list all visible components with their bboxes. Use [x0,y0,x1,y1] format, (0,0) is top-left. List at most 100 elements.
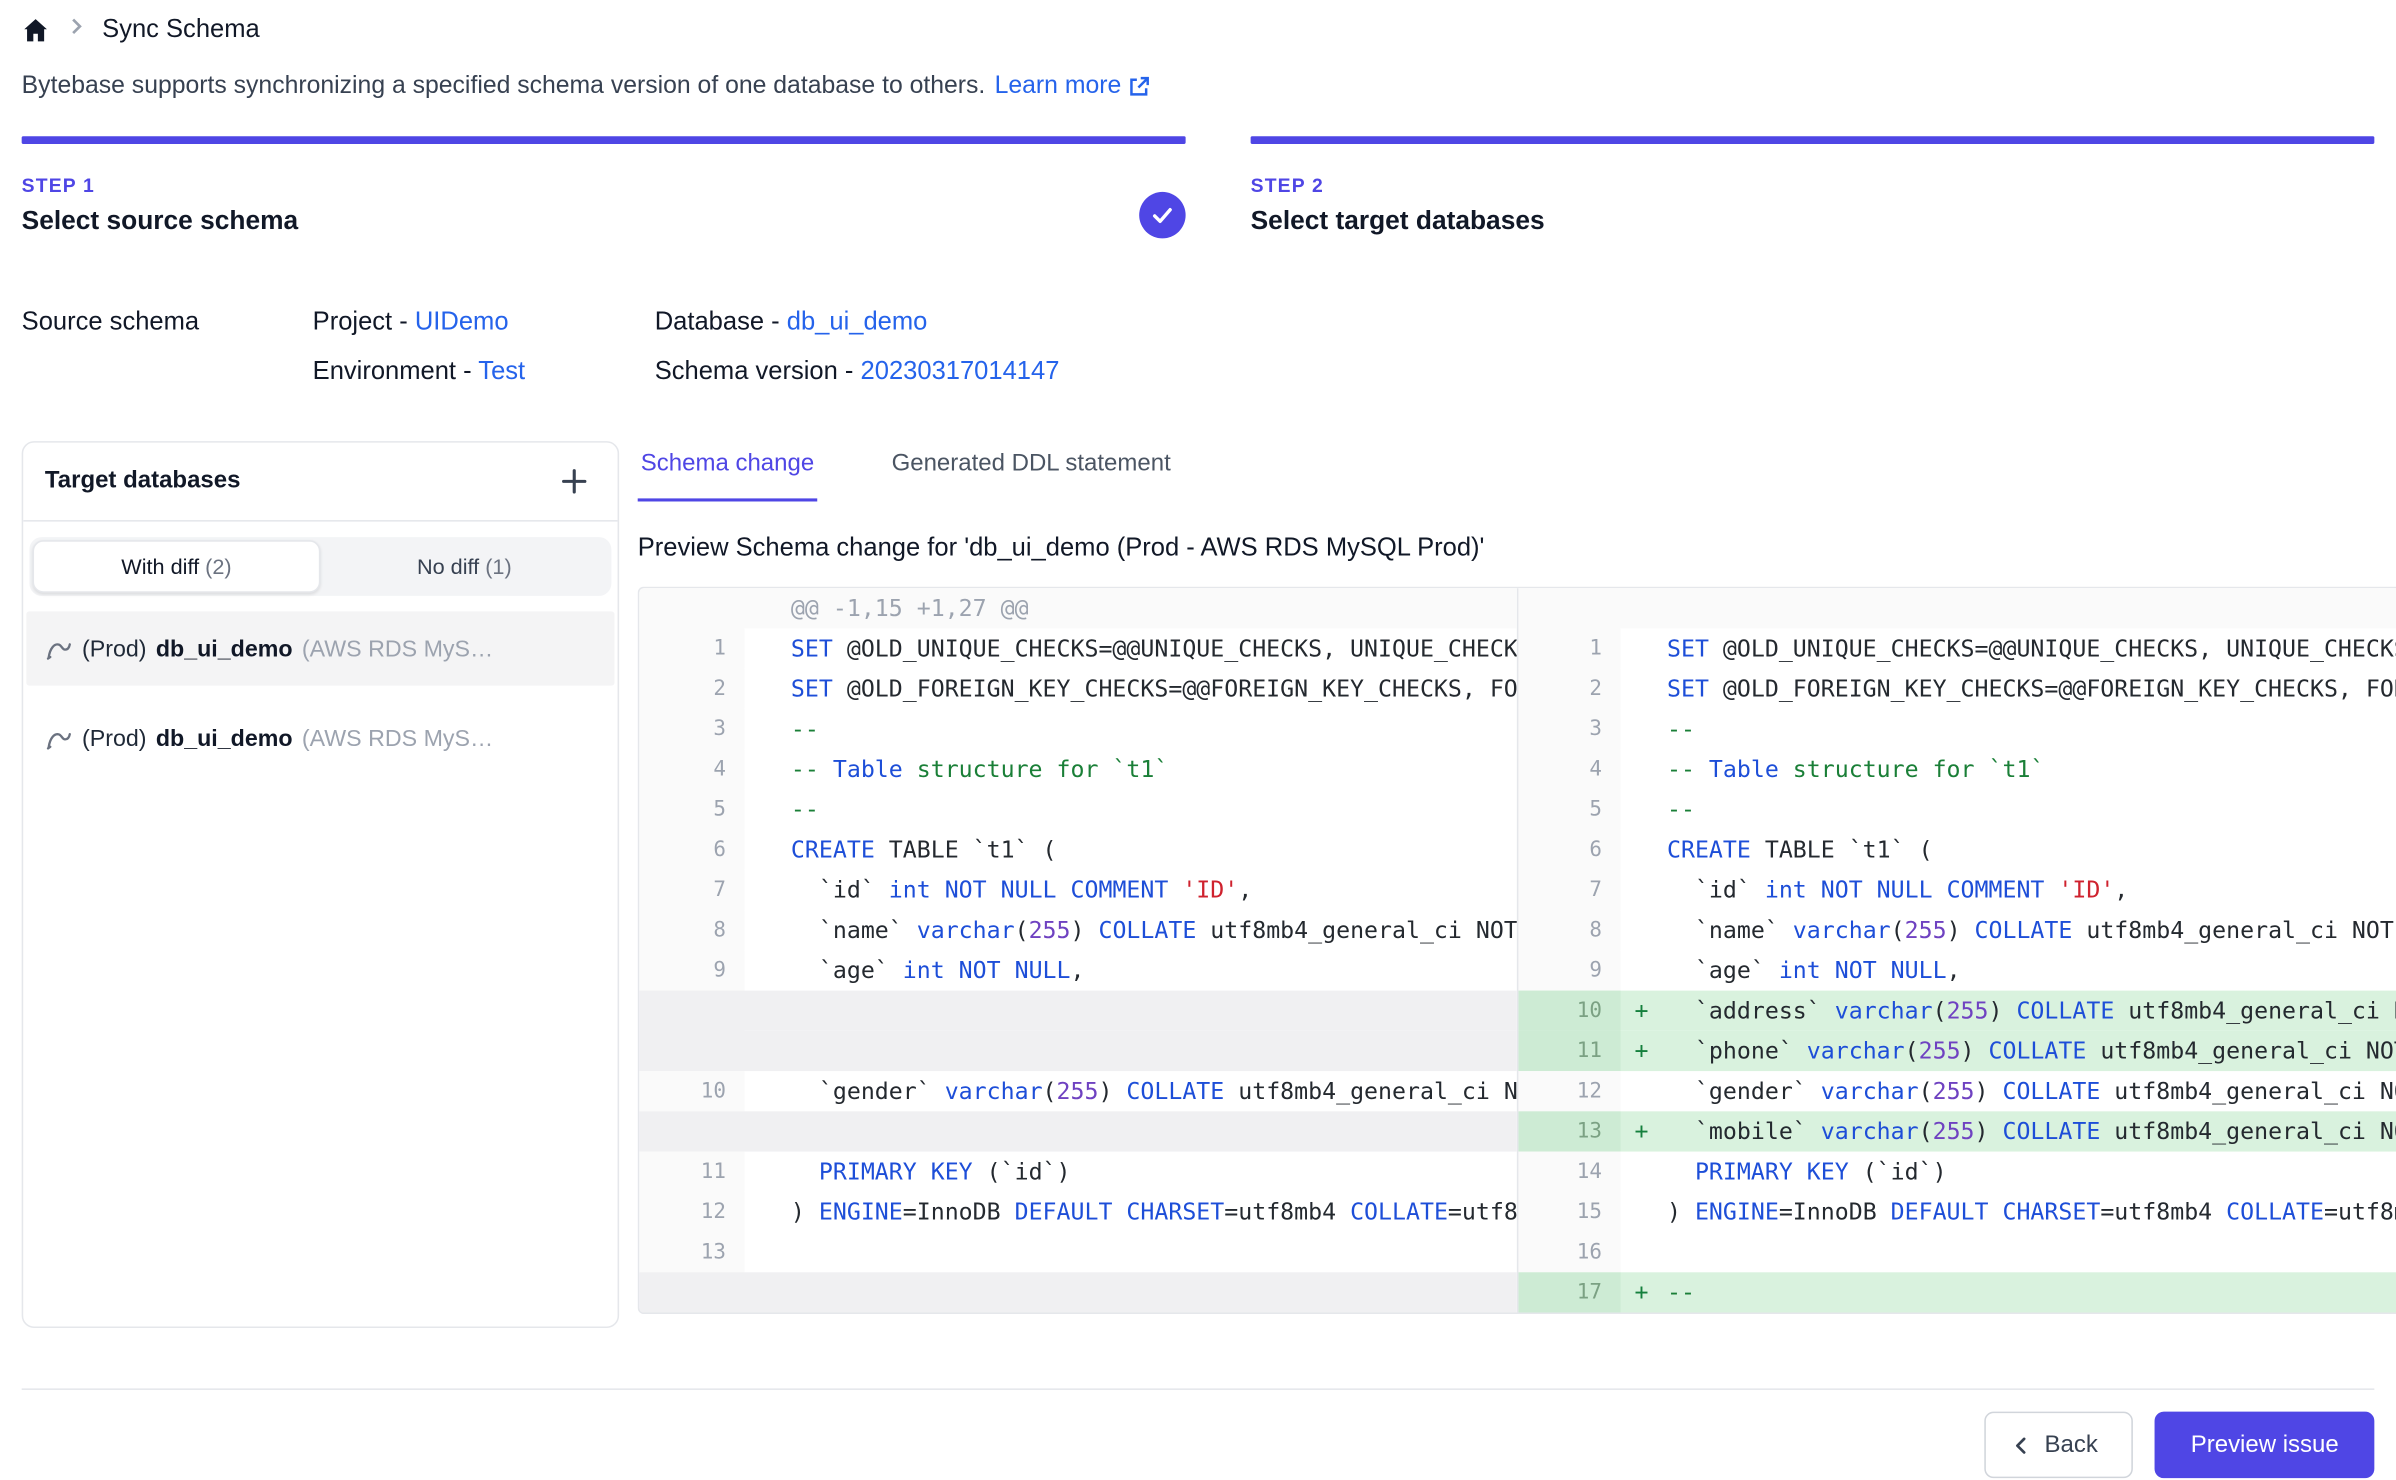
diff-line: 12 `gender` varchar(255) COLLATE utf8mb4… [1518,1071,2396,1111]
diff-line: 1SET @OLD_UNIQUE_CHECKS=@@UNIQUE_CHECKS,… [639,628,1517,668]
diff-line: 17+-- [1518,1272,2396,1312]
diff-line: 16 [1518,1232,2396,1272]
diff-filter-tabs: With diff (2) No diff (1) [29,537,611,596]
step-1-progress-bar [22,136,1186,144]
schema-diff-viewer: @@ -1,15 +1,27 @@1SET @OLD_UNIQUE_CHECKS… [638,587,2396,1314]
database-label: Database - [655,307,780,335]
project-link[interactable]: UIDemo [415,307,509,335]
target-instance: (AWS RDS MyS… [302,725,493,751]
step-1-completed-check-icon [1139,192,1185,238]
intro-text: Bytebase supports synchronizing a specif… [22,73,986,101]
preview-tabs: Schema change Generated DDL statement [638,441,2396,501]
diff-line: 7 `id` int NOT NULL COMMENT 'ID', [1518,870,2396,910]
diff-line: 3-- [1518,709,2396,749]
diff-line: 9 `age` int NOT NULL, [1518,950,2396,990]
diff-line: 2SET @OLD_FOREIGN_KEY_CHECKS=@@FOREIGN_K… [639,669,1517,709]
schema-version-label: Schema version - [655,357,854,385]
diff-line: 4-- Table structure for `t1` [1518,749,2396,789]
diff-line: 1SET @OLD_UNIQUE_CHECKS=@@UNIQUE_CHECKS,… [1518,628,2396,668]
plus-icon [559,466,590,497]
environment-label: Environment - [313,357,472,385]
no-diff-count: (1) [485,554,512,579]
target-databases-header: Target databases [23,443,617,522]
add-target-database-button[interactable] [553,460,596,503]
diff-line [639,991,1517,1031]
no-diff-label: No diff [417,554,479,579]
page-title: Sync Schema [102,15,260,44]
diff-line: 7 `id` int NOT NULL COMMENT 'ID', [639,870,1517,910]
diff-line [639,1272,1517,1312]
preview-title: Preview Schema change for 'db_ui_demo (P… [638,534,2396,563]
diff-line: 5-- [639,789,1517,829]
with-diff-count: (2) [205,554,232,579]
diff-right-pane: 1SET @OLD_UNIQUE_CHECKS=@@UNIQUE_CHECKS,… [1518,588,2396,1312]
back-label: Back [2045,1431,2098,1459]
schema-version-link[interactable]: 20230317014147 [861,357,1060,385]
diff-line: 12) ENGINE=InnoDB DEFAULT CHARSET=utf8mb… [639,1192,1517,1232]
tab-schema-change[interactable]: Schema change [638,441,818,501]
diff-line: 2SET @OLD_FOREIGN_KEY_CHECKS=@@FOREIGN_K… [1518,669,2396,709]
diff-line: 15) ENGINE=InnoDB DEFAULT CHARSET=utf8mb… [1518,1192,2396,1232]
diff-line: 10 `gender` varchar(255) COLLATE utf8mb4… [639,1071,1517,1111]
diff-line: 6CREATE TABLE `t1` ( [1518,830,2396,870]
back-button[interactable]: Back [1984,1412,2133,1479]
step-2-kicker: STEP 2 [1251,175,2375,197]
diff-line [639,1111,1517,1151]
no-diff-tab[interactable]: No diff (1) [320,540,608,593]
diff-line: 13 [639,1232,1517,1272]
target-databases-panel: Target databases With diff (2) No diff (… [22,441,619,1328]
diff-left-pane: @@ -1,15 +1,27 @@1SET @OLD_UNIQUE_CHECKS… [639,588,1518,1312]
step-1-kicker: STEP 1 [22,175,1186,197]
diff-line: 3-- [639,709,1517,749]
target-database-list: (Prod) db_ui_demo (AWS RDS MyS… (Prod) d… [23,611,617,791]
target-instance: (AWS RDS MyS… [302,635,493,661]
diff-line: 9 `age` int NOT NULL, [639,950,1517,990]
target-databases-title: Target databases [45,467,241,495]
mysql-engine-icon [45,724,73,752]
diff-line: 8 `name` varchar(255) COLLATE utf8mb4_ge… [1518,910,2396,950]
main-content: Target databases With diff (2) No diff (… [22,441,2396,1328]
database-link[interactable]: db_ui_demo [787,307,928,335]
environment-link[interactable]: Test [478,357,525,385]
mysql-engine-icon [45,635,73,663]
breadcrumb: Sync Schema [22,15,260,44]
project-label: Project - [313,307,408,335]
diff-line: 11 PRIMARY KEY (`id`) [639,1152,1517,1192]
diff-line: @@ -1,15 +1,27 @@ [639,588,1517,628]
diff-line: 4-- Table structure for `t1` [639,749,1517,789]
diff-line [639,1031,1517,1071]
diff-line: 10+ `address` varchar(255) COLLATE utf8m… [1518,991,2396,1031]
chevron-left-icon [2010,1434,2032,1456]
breadcrumb-chevron-icon [65,15,87,44]
target-env: (Prod) [82,725,147,751]
footer-actions: Back Preview issue [1984,1412,2374,1479]
with-diff-tab[interactable]: With diff (2) [33,540,321,593]
target-db-name: db_ui_demo [156,725,293,751]
schema-preview-section: Schema change Generated DDL statement Pr… [638,441,2396,1328]
steps: STEP 1 Select source schema STEP 2 Selec… [22,136,2375,237]
target-database-item[interactable]: (Prod) db_ui_demo (AWS RDS MyS… [26,611,614,685]
diff-line: 11+ `phone` varchar(255) COLLATE utf8mb4… [1518,1031,2396,1071]
sync-schema-page: Sync Schema Bytebase supports synchroniz… [0,0,2396,1480]
diff-line: 6CREATE TABLE `t1` ( [639,830,1517,870]
home-icon[interactable] [22,16,50,44]
source-schema-summary: Source schema Project - UIDemo Database … [22,297,1060,396]
learn-more-link[interactable]: Learn more [995,73,1153,101]
step-1-title: Select source schema [22,206,1186,237]
external-link-icon [1127,74,1152,99]
target-db-name: db_ui_demo [156,635,293,661]
intro-line: Bytebase supports synchronizing a specif… [22,73,1153,101]
with-diff-label: With diff [121,554,199,579]
step-2-title: Select target databases [1251,206,2375,237]
step-2: STEP 2 Select target databases [1251,136,2375,237]
diff-line: 14 PRIMARY KEY (`id`) [1518,1152,2396,1192]
target-database-item[interactable]: (Prod) db_ui_demo (AWS RDS MyS… [26,701,614,775]
diff-line: 8 `name` varchar(255) COLLATE utf8mb4_ge… [639,910,1517,950]
footer-divider [22,1388,2375,1390]
target-env: (Prod) [82,635,147,661]
preview-issue-button[interactable]: Preview issue [2155,1412,2374,1479]
diff-line: 13+ `mobile` varchar(255) COLLATE utf8mb… [1518,1111,2396,1151]
source-schema-label: Source schema [22,307,313,336]
tab-generated-ddl-statement[interactable]: Generated DDL statement [888,441,1173,501]
step-2-progress-bar [1251,136,2375,144]
